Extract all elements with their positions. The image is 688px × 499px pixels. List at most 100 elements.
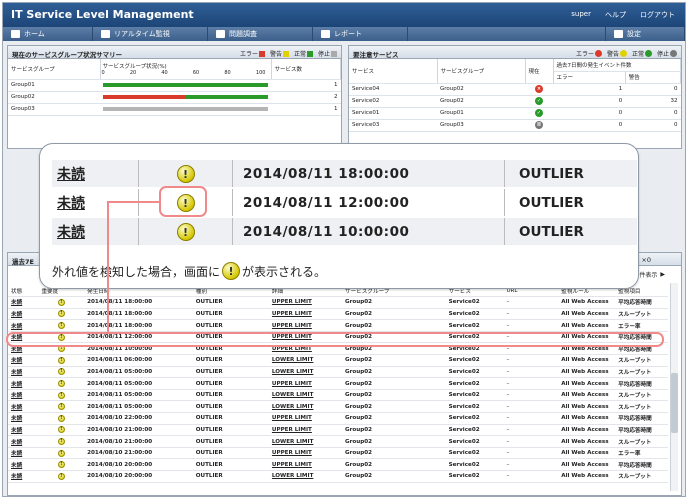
table-row[interactable]: 未読! 2014/08/10 21:00:00 OUTLIER LOWER LIMIT… (8, 435, 668, 448)
warning-count: 0 (625, 83, 681, 96)
scrollbar-thumb[interactable] (671, 373, 678, 433)
detail-link[interactable]: UPPER LIMIT (272, 450, 312, 456)
state-link[interactable]: 未読 (11, 451, 22, 457)
event-time: 2014/08/11 18:00:00 (87, 299, 153, 306)
detail-link[interactable]: UPPER LIMIT (272, 311, 312, 317)
detail-link[interactable]: LOWER LIMIT (272, 404, 313, 410)
error-count: 0 (553, 95, 626, 108)
main-nav: ホーム リアルタイム監視 問題調査 レポート 設定 (3, 27, 685, 41)
detail-link[interactable]: LOWER LIMIT (272, 473, 313, 479)
state-link[interactable]: 未読 (11, 347, 22, 353)
col-state[interactable]: 状態 (8, 285, 39, 298)
table-row[interactable]: 未読! 2014/08/10 21:00:00 OUTLIER UPPER LIMIT… (8, 447, 668, 460)
col-status-label: サービスグループ状況(%) (102, 63, 167, 70)
event-monitor: All Web Access (561, 357, 609, 364)
table-row[interactable]: 未読! 2014/08/11 06:00:00 OUTLIER LOWER LIMIT… (8, 354, 668, 367)
state-link[interactable]: 未読 (11, 463, 22, 469)
event-time: 2014/08/11 05:00:00 (87, 368, 153, 375)
table-row[interactable]: Service01 Group01 ✓ 0 0 (349, 107, 681, 120)
col-now[interactable]: 現在 (525, 59, 554, 84)
summary-title: 現在のサービスグループ状況サマリー (12, 51, 123, 59)
detail-link[interactable]: LOWER LIMIT (272, 369, 313, 375)
col-status[interactable]: サービスグループ状況(%) 0 20 40 60 80 100 (100, 59, 272, 80)
event-service: Service02 (448, 461, 480, 468)
state-link[interactable]: 未読 (11, 324, 22, 330)
event-time: 2014/08/11 05:00:00 (87, 403, 153, 410)
event-item: 平均応答時間 (618, 300, 652, 307)
table-row[interactable]: 未読! 2014/08/11 05:00:00 OUTLIER LOWER LIMIT… (8, 400, 668, 414)
legend-stopped-swatch (331, 51, 337, 57)
state-link[interactable]: 未読 (11, 382, 22, 388)
zoom-callout: 未読 ! 2014/08/11 18:00:00 OUTLIER 未読 ! 20… (39, 143, 639, 289)
events-header-right: ×0 (641, 256, 651, 264)
event-url: – (506, 473, 510, 480)
state-link[interactable]: 未読 (11, 428, 22, 434)
service-group: Group02 (437, 95, 525, 108)
event-service: Service02 (448, 473, 480, 480)
detail-link[interactable]: UPPER LIMIT (272, 415, 312, 421)
detail-link[interactable]: LOWER LIMIT (272, 392, 313, 398)
col-service[interactable]: サービス (349, 59, 438, 84)
detail-link[interactable]: UPPER LIMIT (272, 323, 312, 329)
nav-home-label: ホーム (24, 30, 45, 38)
legend-stopped-icon (670, 50, 677, 57)
table-row[interactable]: Group03 1 (8, 103, 341, 116)
next-arrow-icon[interactable]: ▶ (660, 271, 665, 278)
event-time: 2014/08/10 21:00:00 (87, 426, 153, 433)
callout-type: OUTLIER (519, 165, 584, 182)
detail-link[interactable]: UPPER LIMIT (272, 299, 312, 305)
help-link[interactable]: ヘルプ (605, 10, 626, 20)
detail-link[interactable]: UPPER LIMIT (272, 427, 312, 433)
warning-icon: ! (57, 356, 65, 364)
detail-link[interactable]: UPPER LIMIT (272, 462, 312, 468)
col-group[interactable]: サービスグループ (8, 59, 101, 80)
table-row[interactable]: Service04 Group02 × 1 0 (349, 83, 681, 96)
events-scrollbar[interactable] (670, 283, 678, 491)
status-bar (103, 95, 268, 99)
warning-icon: ! (176, 164, 195, 183)
nav-realtime[interactable]: リアルタイム監視 (93, 27, 208, 41)
state-link[interactable]: 未読 (11, 312, 22, 318)
logout-link[interactable]: ログアウト (640, 10, 675, 20)
table-row[interactable]: 未読! 2014/08/11 05:00:00 OUTLIER LOWER LIMIT… (8, 366, 668, 379)
table-row[interactable]: Group01 1 (8, 79, 341, 92)
col-error-count[interactable]: エラー (553, 71, 626, 84)
col-count[interactable]: サービス数 (271, 59, 341, 80)
state-link[interactable]: 未読 (11, 405, 22, 411)
col-service-group[interactable]: サービスグループ (437, 59, 526, 84)
nav-report[interactable]: レポート (313, 27, 408, 41)
table-row[interactable]: Service02 Group02 ✓ 0 32 (349, 95, 681, 108)
state-link[interactable]: 未読 (11, 393, 22, 399)
event-item: 平均応答時間 (618, 427, 652, 434)
state-link[interactable]: 未読 (11, 358, 22, 364)
nav-settings[interactable]: 設定 (605, 27, 685, 41)
state-link[interactable]: 未読 (11, 370, 22, 376)
event-url: – (506, 461, 510, 468)
state-link[interactable]: 未読 (11, 300, 22, 306)
table-row[interactable]: 未読! 2014/08/10 20:00:00 OUTLIER LOWER LIMIT… (8, 470, 668, 483)
service-name: Service03 (349, 119, 437, 132)
detail-link[interactable]: LOWER LIMIT (272, 357, 313, 363)
legend-warning-label: 警告 (269, 51, 282, 58)
legend-stopped-label: 停止 (317, 51, 330, 58)
table-row[interactable]: 未読! 2014/08/10 21:00:00 OUTLIER UPPER LIMIT… (8, 424, 668, 437)
nav-problem[interactable]: 問題調査 (208, 27, 313, 41)
event-type: OUTLIER (195, 403, 223, 410)
callout-state: 未読 (57, 166, 85, 183)
table-row[interactable]: 未読! 2014/08/11 05:00:00 OUTLIER LOWER LIMIT… (8, 389, 668, 402)
state-link[interactable]: 未読 (11, 474, 22, 480)
table-row[interactable]: 未読! 2014/08/11 05:00:00 OUTLIER UPPER LIMIT… (8, 377, 668, 390)
state-link[interactable]: 未読 (11, 416, 22, 422)
table-row[interactable]: 未読! 2014/08/10 20:00:00 OUTLIER UPPER LIMIT… (8, 458, 668, 471)
detail-link[interactable]: UPPER LIMIT (272, 381, 312, 387)
callout-row: 未読 ! 2014/08/11 10:00:00 OUTLIER (52, 218, 637, 245)
event-url: – (506, 299, 510, 306)
table-row[interactable]: Service03 Group03 II 0 0 (349, 119, 681, 132)
nav-home[interactable]: ホーム (3, 27, 93, 41)
detail-link[interactable]: LOWER LIMIT (272, 439, 313, 445)
table-row[interactable]: Group02 2 (8, 91, 341, 104)
tick-60: 60 (192, 69, 200, 76)
table-row[interactable]: 未読! 2014/08/10 22:00:00 OUTLIER UPPER LIMIT… (8, 412, 668, 425)
state-link[interactable]: 未読 (11, 440, 22, 446)
col-warning-count[interactable]: 警告 (625, 71, 682, 84)
